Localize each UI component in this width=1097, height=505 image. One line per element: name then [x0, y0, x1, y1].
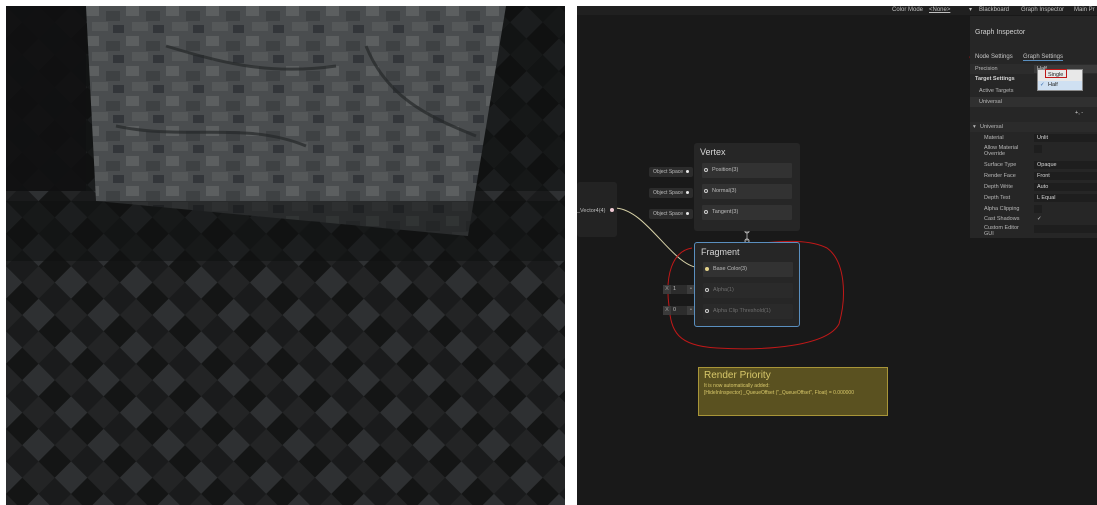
- output-port-icon[interactable]: [610, 208, 614, 212]
- vertex-port-tangent[interactable]: Tangent(3): [702, 205, 792, 220]
- prop-alpha-clipping: Alpha Clipping: [970, 204, 1097, 214]
- precision-label: Precision: [975, 66, 998, 72]
- shader-graph-editor: Color Mode <None> ▾ Blackboard Graph Ins…: [577, 6, 1097, 505]
- vertex-node[interactable]: Vertex Position(3) Normal(3) Tangent(3): [694, 143, 800, 231]
- vertex-input-tangent[interactable]: Object Space: [649, 209, 694, 219]
- alpha-clipping-checkbox[interactable]: [1034, 205, 1042, 213]
- note-line-1: It is now automatically added:: [704, 383, 770, 389]
- prop-custom-editor-gui: Custom Editor GUI: [970, 224, 1097, 238]
- prop-material: Material Unlit: [970, 133, 1097, 143]
- cast-shadows-checkbox[interactable]: ✓: [1034, 215, 1042, 223]
- graph-inspector-panel: Graph Inspector Node Settings Graph Sett…: [970, 16, 1097, 238]
- vertex-input-normal[interactable]: Object Space: [649, 188, 694, 198]
- tab-graph-settings[interactable]: Graph Settings: [1023, 54, 1064, 61]
- prop-depth-write: Depth Write Auto: [970, 182, 1097, 192]
- source-node[interactable]: _Vector4(4): [577, 182, 617, 237]
- check-icon: ✓: [1040, 82, 1045, 88]
- option-half[interactable]: ✓ Half: [1038, 81, 1082, 90]
- active-targets-label: Active Targets: [979, 88, 1014, 94]
- fragment-port-alpha[interactable]: Alpha(1): [703, 283, 793, 298]
- render-priority-note[interactable]: Render Priority It is now automatically …: [698, 367, 888, 416]
- universal-section-header[interactable]: ▾ Universal: [970, 122, 1097, 132]
- prop-allow-material-override: Allow Material Override: [970, 144, 1097, 158]
- fragment-node[interactable]: Fragment Base Color(3) Alpha(1) Alpha Cl…: [694, 242, 800, 327]
- viewport-render: [6, 6, 565, 505]
- game-viewport: [6, 6, 565, 505]
- note-line-2: [HideInInspector] _QueueOffset ("_QueueO…: [704, 390, 854, 396]
- vertex-port-position[interactable]: Position(3): [702, 163, 792, 178]
- prop-surface-type: Surface Type Opaque: [970, 160, 1097, 170]
- chevron-down-icon[interactable]: ▾: [973, 122, 976, 132]
- prop-depth-test: Depth Test L Equal: [970, 193, 1097, 203]
- tab-node-settings[interactable]: Node Settings: [975, 54, 1013, 60]
- target-settings-label: Target Settings: [975, 76, 1015, 82]
- fragment-port-base-color[interactable]: Base Color(3): [703, 262, 793, 277]
- add-remove-buttons[interactable]: +, -: [1075, 108, 1083, 118]
- inspector-title: Graph Inspector: [975, 29, 1026, 36]
- vertex-port-normal[interactable]: Normal(3): [702, 184, 792, 199]
- allow-material-override-checkbox[interactable]: [1034, 145, 1042, 153]
- note-title: Render Priority: [704, 370, 771, 381]
- source-output-label: _Vector4(4): [577, 208, 606, 214]
- prop-render-face: Render Face Front: [970, 171, 1097, 181]
- prop-cast-shadows: Cast Shadows ✓: [984, 215, 1042, 223]
- add-remove-row: +, -: [970, 108, 1097, 118]
- vertex-node-title: Vertex: [700, 147, 726, 157]
- fragment-port-alpha-clip[interactable]: Alpha Clip Threshold(1): [703, 304, 793, 319]
- alpha-clip-input-field[interactable]: X 0 •: [663, 306, 695, 315]
- alpha-input-field[interactable]: X 1 •: [663, 285, 695, 294]
- vertex-input-position[interactable]: Object Space: [649, 167, 694, 177]
- active-target-universal[interactable]: Universal: [970, 97, 1097, 107]
- fragment-node-title: Fragment: [701, 247, 740, 257]
- red-annotation-single: [1045, 69, 1067, 78]
